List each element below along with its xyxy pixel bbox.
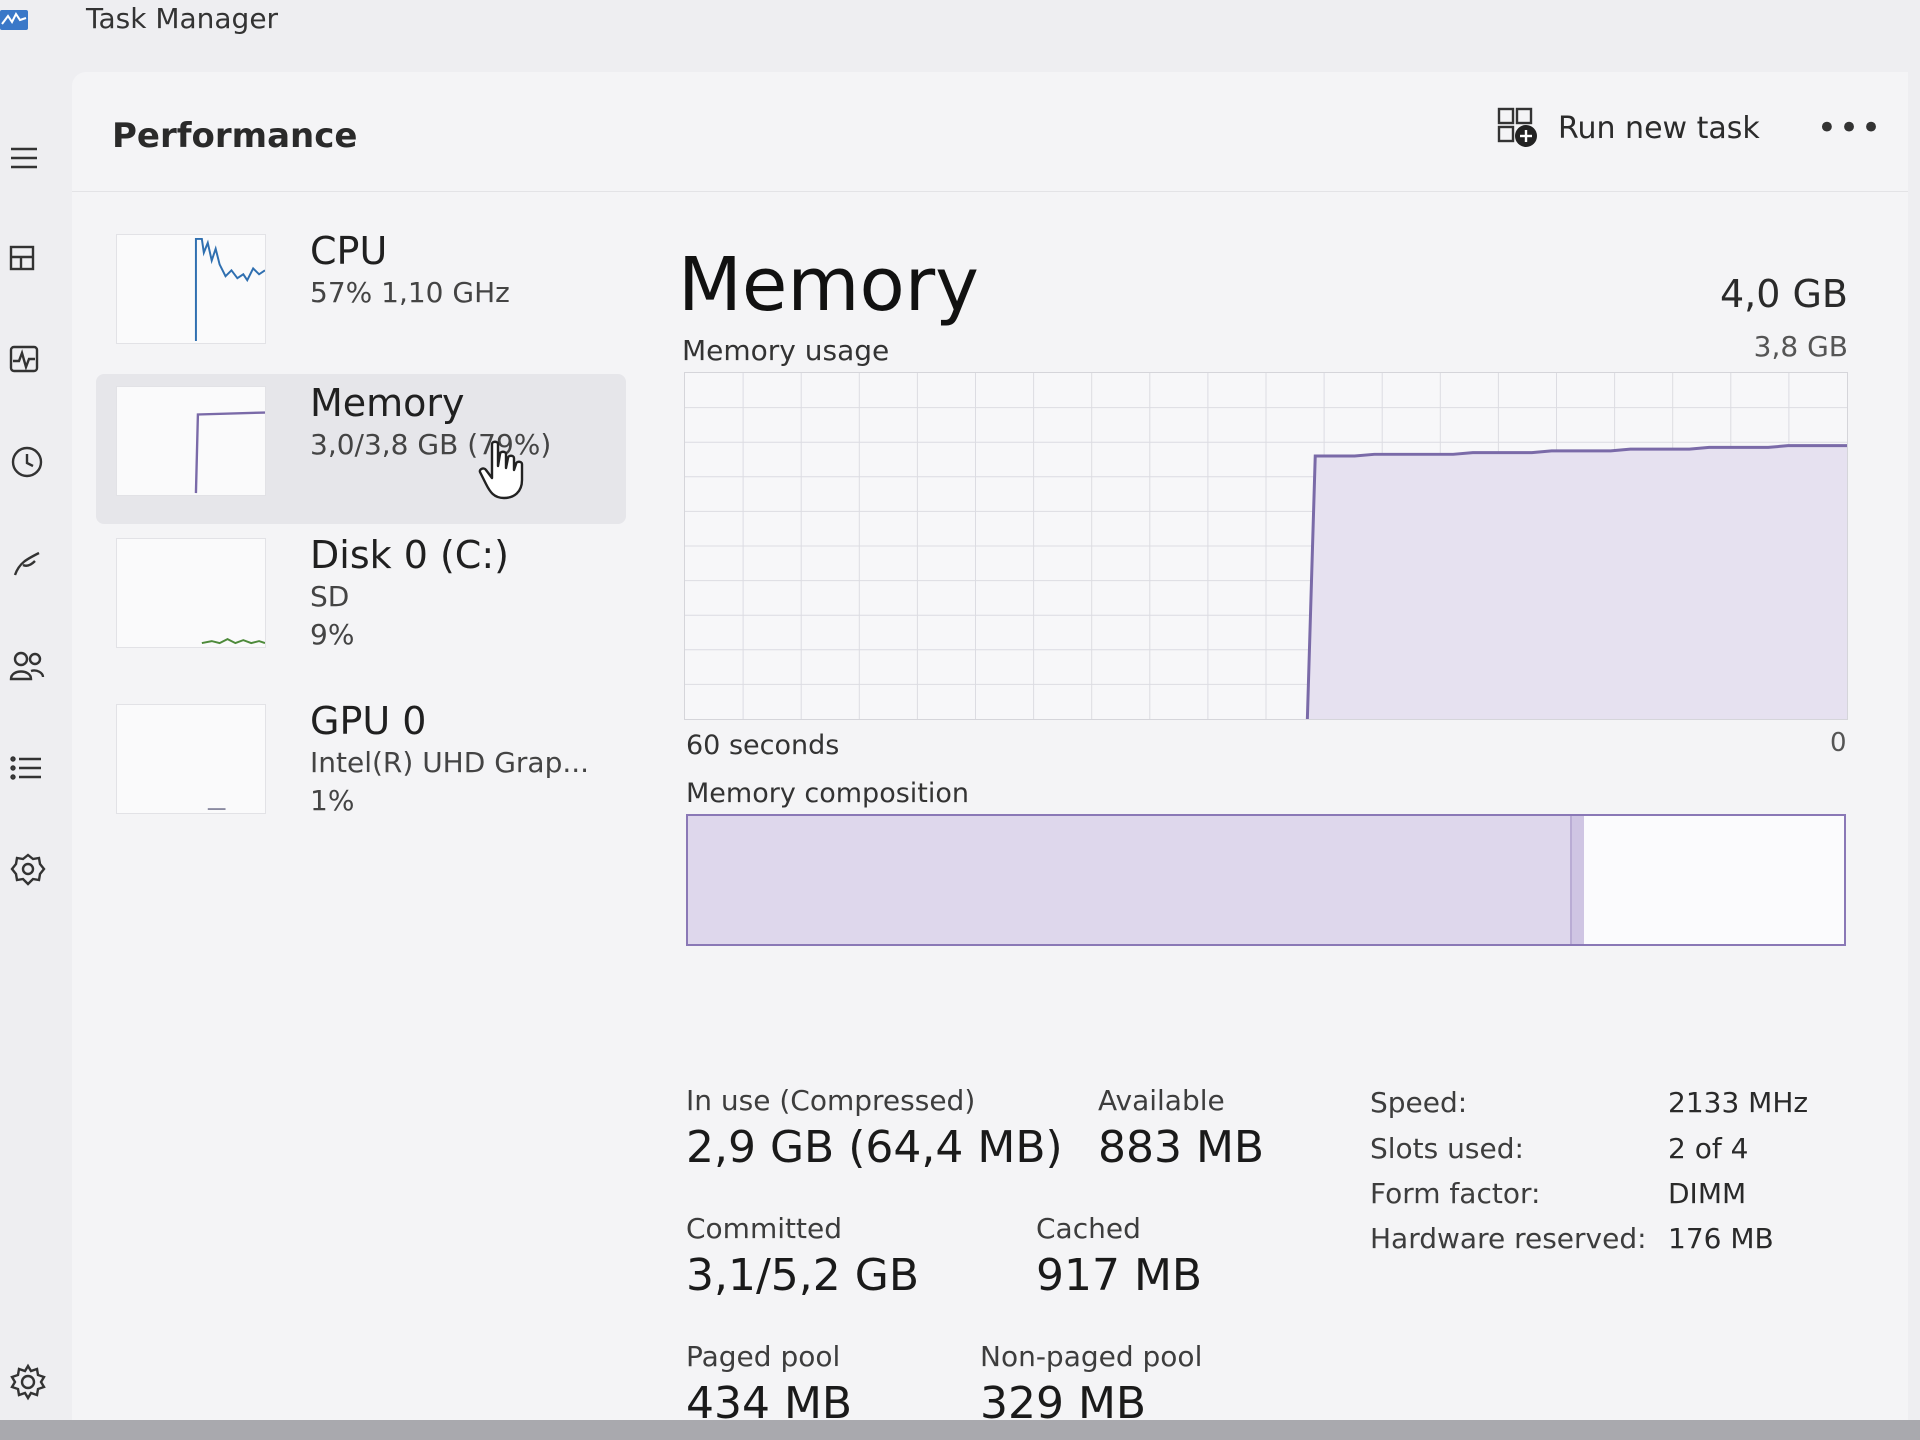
startup-apps-icon (13, 551, 40, 576)
page-header: Performance Run new task ••• (72, 72, 1908, 192)
graph-time-zero: 0 (1830, 728, 1847, 758)
cached-value: 917 MB (1036, 1250, 1203, 1301)
memory-usage-label: Memory usage (682, 334, 890, 367)
memory-usage-graph (684, 372, 1848, 720)
run-new-task-icon (1497, 107, 1537, 147)
nav-app-history[interactable] (0, 434, 56, 490)
memory-usage-area (1307, 445, 1847, 719)
navigation-rail (0, 46, 72, 1440)
device-gpu[interactable]: GPU 0 Intel(R) UHD Grap... 1% (96, 692, 626, 842)
settings-icon (10, 1363, 46, 1401)
window-title: Task Manager (86, 2, 279, 35)
in-use-value: 2,9 GB (64,4 MB) (686, 1122, 1063, 1173)
performance-icon (9, 345, 39, 373)
memory-usage-max: 3,8 GB (1753, 330, 1848, 363)
device-usage: 9% (310, 618, 355, 651)
task-manager-window: Task Manager Performance Run new task ••… (0, 0, 1920, 1440)
composition-in-use (688, 816, 1573, 944)
nav-performance[interactable] (0, 332, 56, 388)
users-icon (9, 651, 45, 681)
device-memory[interactable]: Memory 3,0/3,8 GB (79%) (96, 374, 626, 524)
device-cpu[interactable]: CPU 57% 1,10 GHz (96, 222, 626, 372)
device-usage: 1% (310, 784, 355, 817)
memory-detail-panel: Memory 4,0 GB Memory usage 3,8 GB 60 sec… (678, 222, 1908, 1429)
nav-processes[interactable] (0, 232, 56, 288)
in-use-label: In use (Compressed) (686, 1084, 976, 1117)
memory-title: Memory (678, 242, 979, 328)
committed-value: 3,1/5,2 GB (686, 1250, 920, 1301)
taskbar-edge (0, 1420, 1920, 1440)
menu-icon (11, 147, 37, 169)
form-factor-label: Form factor: (1370, 1177, 1541, 1210)
available-label: Available (1098, 1084, 1225, 1117)
hardware-reserved-value: 176 MB (1668, 1222, 1774, 1255)
device-detail: SD (310, 580, 350, 613)
graph-time-span: 60 seconds (686, 730, 840, 761)
more-options-button[interactable]: ••• (1817, 98, 1881, 158)
composition-modified (1572, 816, 1584, 944)
paged-pool-label: Paged pool (686, 1340, 841, 1373)
device-name: CPU (310, 229, 388, 273)
menu-button[interactable] (0, 130, 56, 186)
nav-services[interactable] (0, 842, 56, 898)
nav-startup-apps[interactable] (0, 536, 56, 592)
device-name: GPU 0 (310, 699, 427, 743)
slots-used-value: 2 of 4 (1668, 1132, 1749, 1165)
hand-cursor-icon (478, 440, 524, 500)
task-manager-app-icon (0, 10, 28, 30)
non-paged-pool-label: Non-paged pool (980, 1340, 1203, 1373)
memory-composition-label: Memory composition (686, 778, 969, 809)
available-value: 883 MB (1098, 1122, 1265, 1173)
device-disk[interactable]: Disk 0 (C:) SD 9% (96, 526, 626, 676)
disk-thumbnail-graph (116, 538, 266, 648)
app-history-icon (11, 446, 43, 478)
device-detail: Intel(R) UHD Grap... (310, 746, 590, 779)
page-title: Performance (112, 116, 358, 156)
device-detail: 57% 1,10 GHz (310, 276, 510, 309)
speed-value: 2133 MHz (1668, 1086, 1809, 1119)
details-icon (10, 756, 41, 780)
nav-details[interactable] (0, 740, 56, 796)
nav-settings[interactable] (0, 1354, 56, 1410)
services-icon (10, 853, 46, 886)
content-area: Performance Run new task ••• CPU 57% 1,1… (72, 72, 1908, 1429)
run-new-task-label: Run new task (1558, 110, 1760, 146)
processes-icon (9, 245, 35, 271)
title-bar: Task Manager (0, 0, 1920, 46)
memory-total: 4,0 GB (1719, 272, 1848, 316)
form-factor-value: DIMM (1668, 1177, 1747, 1210)
device-name: Memory (310, 381, 465, 425)
nav-users[interactable] (0, 638, 56, 694)
memory-thumbnail-graph (116, 386, 266, 496)
cpu-thumbnail-graph (116, 234, 266, 344)
committed-label: Committed (686, 1212, 842, 1245)
hardware-reserved-label: Hardware reserved: (1370, 1222, 1647, 1255)
slots-used-label: Slots used: (1370, 1132, 1524, 1165)
cached-label: Cached (1036, 1212, 1141, 1245)
memory-composition-bar (686, 814, 1846, 946)
gpu-thumbnail-graph (116, 704, 266, 814)
speed-label: Speed: (1370, 1086, 1468, 1119)
device-name: Disk 0 (C:) (310, 533, 509, 577)
run-new-task-button[interactable]: Run new task (1496, 98, 1760, 158)
